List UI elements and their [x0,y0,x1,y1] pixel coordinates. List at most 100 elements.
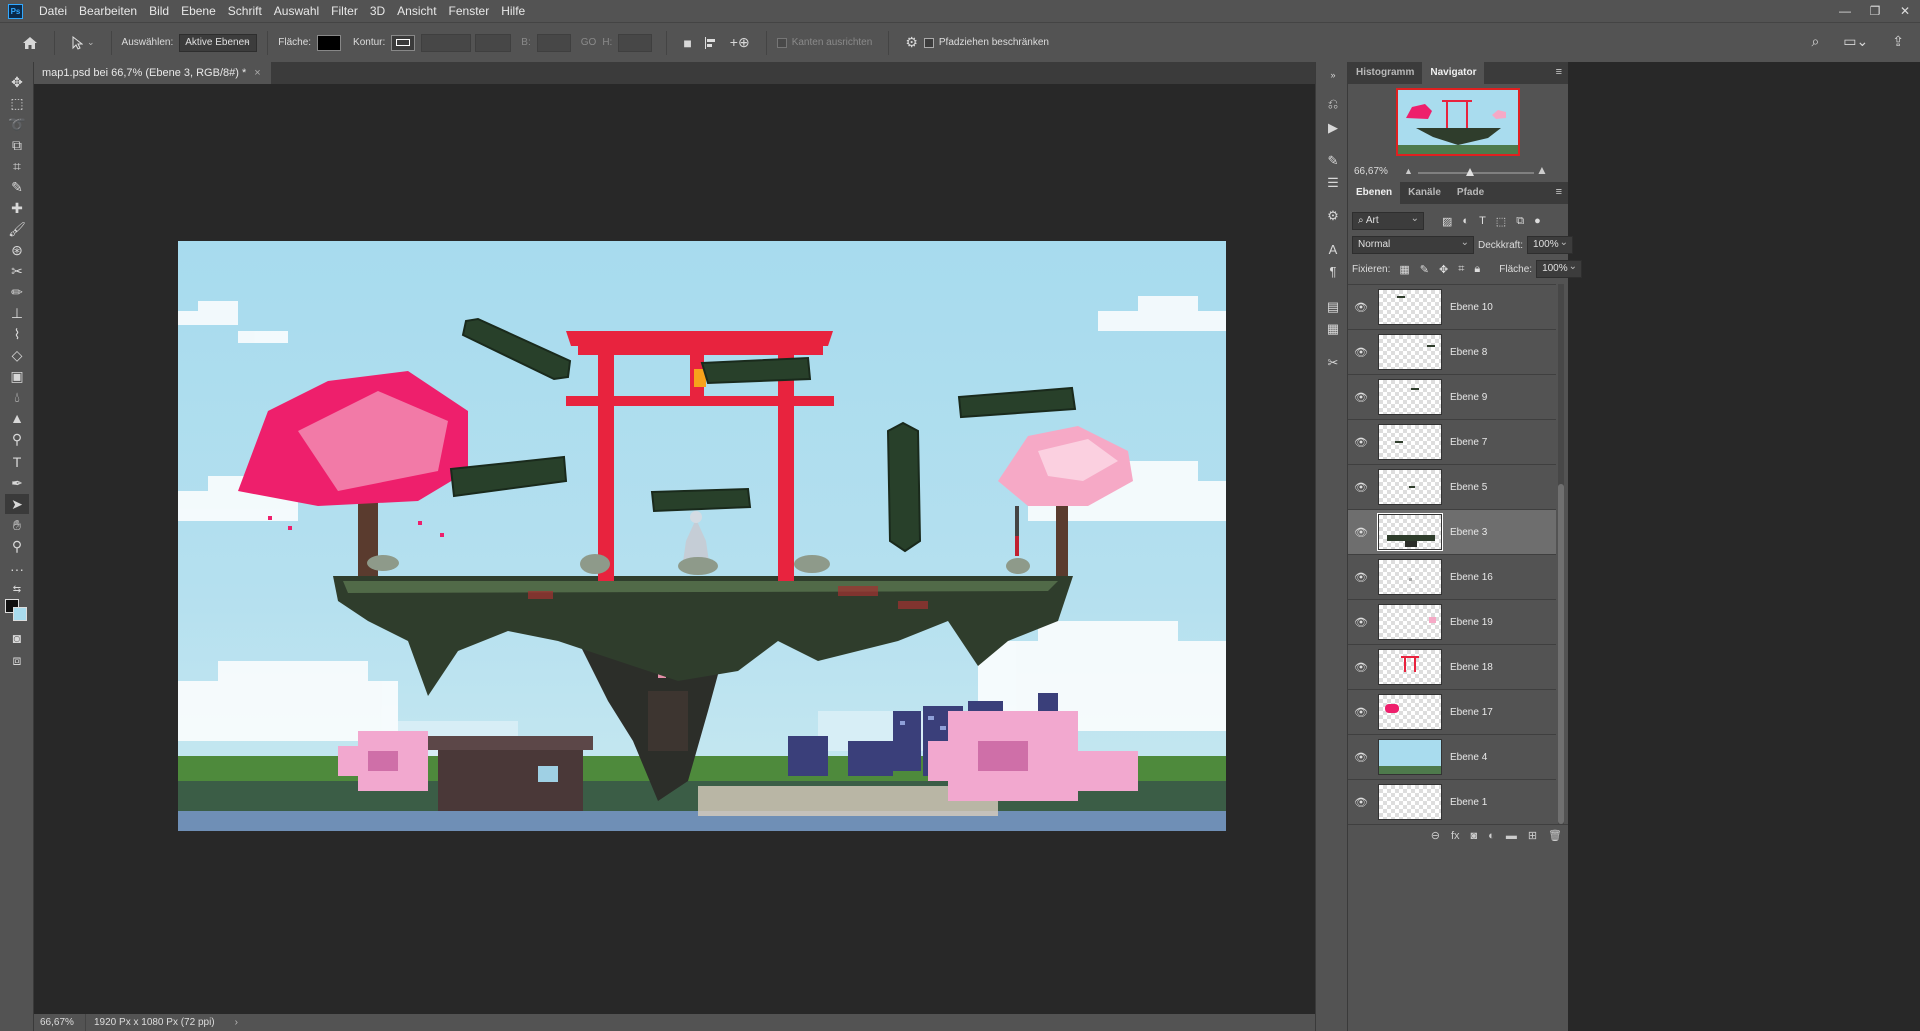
tab-kanaele[interactable]: Kanäle [1400,182,1449,204]
layer-row[interactable]: 👁︎ Ebene 8 [1348,330,1556,375]
lasso-tool-icon[interactable]: ➰ [5,114,29,134]
stroke-type-dropdown[interactable] [475,33,512,52]
layer-row[interactable]: 👁︎ Ebene 16 [1348,555,1556,600]
layer-row[interactable]: 👁︎ Ebene 18 [1348,645,1556,690]
link-icon[interactable]: GO [581,37,597,48]
actions-panel-icon[interactable]: ▶ [1322,119,1344,137]
shape-filter-icon[interactable]: ⬚ [1496,215,1506,228]
visibility-eye-icon[interactable]: 👁︎ [1348,526,1374,539]
lock-pixels-icon[interactable]: ✎ [1420,263,1429,276]
zoom-tool-icon[interactable]: ⚲ [5,536,29,556]
height-field[interactable] [618,33,653,52]
tab-navigator[interactable]: Navigator [1422,62,1485,84]
pixel-filter-icon[interactable]: ▨ [1442,215,1452,228]
gear-icon[interactable]: ⚙ [905,34,918,51]
visibility-eye-icon[interactable]: 👁︎ [1348,346,1374,359]
menu-filter[interactable]: Filter [325,0,364,22]
navigator-zoom-slider[interactable] [1418,168,1534,176]
width-field[interactable] [536,33,571,52]
quick-mask-icon[interactable]: ◙ [5,628,29,648]
move-tool-icon[interactable]: ✥ [5,72,29,92]
layer-row[interactable]: 👁︎ Ebene 5 [1348,465,1556,510]
menu-ebene[interactable]: Ebene [175,0,222,22]
more-tools-icon[interactable]: ··· [5,559,29,579]
close-icon[interactable]: ✕ [1890,0,1920,22]
layer-row[interactable]: 👁︎ Ebene 19 [1348,600,1556,645]
brush-tool-icon[interactable]: 🖌︎ [5,219,29,239]
lock-position-icon[interactable]: ✥ [1439,263,1448,276]
new-layer-icon[interactable]: ⊞ [1528,829,1537,842]
sharpen-tool-icon[interactable]: ▲ [5,408,29,428]
menu-bild[interactable]: Bild [143,0,175,22]
menu-auswahl[interactable]: Auswahl [268,0,325,22]
visibility-eye-icon[interactable]: 👁︎ [1348,751,1374,764]
eraser-tool-icon[interactable]: ◇ [5,345,29,365]
navigator-zoom-value[interactable]: 66,67% [1354,166,1388,177]
layer-row[interactable]: 👁︎ Ebene 4 [1348,735,1556,780]
history-panel-icon[interactable]: ⎌ [1322,95,1344,113]
canvas-area[interactable] [34,84,1315,1014]
crop-tool-icon[interactable]: ⌗ [5,156,29,176]
menu-3d[interactable]: 3D [364,0,391,22]
layer-list-scrollbar[interactable] [1558,284,1564,824]
healing-brush-tool-icon[interactable]: ✚ [5,198,29,218]
pen-tool-icon[interactable]: ✒ [5,473,29,493]
swap-colors-icon[interactable]: ⇆ [5,579,29,599]
fill-color-swatch[interactable] [317,34,342,51]
character-panel-icon[interactable]: A [1322,240,1344,258]
visibility-eye-icon[interactable]: 👁︎ [1348,661,1374,674]
tab-ebenen[interactable]: Ebenen [1348,182,1401,204]
visibility-eye-icon[interactable]: 👁︎ [1348,481,1374,494]
lock-transparency-icon[interactable]: ▦ [1399,263,1409,276]
link-layers-icon[interactable]: ⊖ [1431,829,1440,842]
layer-row[interactable]: 👁︎ Ebene 7 [1348,420,1556,465]
blur-tool-icon[interactable]: 💧︎ [5,387,29,407]
type-filter-icon[interactable]: T [1479,215,1486,227]
add-mask-icon[interactable]: ◙ [1471,830,1478,842]
home-icon[interactable] [22,36,38,50]
path-arrangement-icon[interactable]: +⊕ [730,34,750,51]
navigator-slider-thumb[interactable] [1466,168,1475,176]
tab-histogramm[interactable]: Histogramm [1348,62,1422,84]
layer-row[interactable]: 👁︎ Ebene 10 [1348,285,1556,330]
menu-datei[interactable]: Datei [33,0,73,22]
clone-stamp-tool-icon[interactable]: ⊛ [5,240,29,260]
notes-panel-icon[interactable]: ▦ [1322,320,1344,338]
layer-filter-dropdown[interactable]: ⌕ Art [1352,211,1424,230]
eyedropper-tool-icon[interactable]: ✎ [5,177,29,197]
filter-toggle-icon[interactable]: ● [1534,215,1541,227]
zoom-out-icon[interactable]: ▲ [1404,166,1413,176]
search-icon[interactable]: ⌕ [1811,33,1819,50]
menu-bearbeiten[interactable]: Bearbeiten [73,0,143,22]
zoom-in-icon[interactable]: ▲ [1536,163,1548,177]
tool-presets-icon[interactable]: ✂ [1322,354,1344,372]
panel-menu-icon[interactable]: ≡ [1556,186,1562,198]
history-brush-tool-icon[interactable]: ✂ [5,261,29,281]
visibility-eye-icon[interactable]: 👁︎ [1348,391,1374,404]
properties-panel-icon[interactable]: ⚙ [1322,207,1344,225]
panel-menu-icon[interactable]: ≡ [1556,66,1562,78]
smart-object-filter-icon[interactable]: ⧉ [1516,215,1524,228]
layer-row[interactable]: 👁︎ Ebene 3 [1348,510,1556,555]
adjustments-icon[interactable]: ☰ [1322,174,1344,192]
layer-style-icon[interactable]: fx [1451,830,1460,842]
delete-layer-icon[interactable]: 🗑︎ [1548,829,1562,842]
path-selection-tool-icon[interactable]: ➤ [5,494,29,514]
stroke-width-field[interactable] [421,33,472,52]
navigator-preview[interactable] [1396,88,1520,156]
background-color-swatch[interactable] [13,607,27,621]
layer-row[interactable]: 👁︎ Ebene 1 [1348,780,1556,824]
blend-mode-dropdown[interactable]: Normal [1352,235,1474,254]
hand-tool-icon[interactable]: ✋︎ [5,515,29,535]
marquee-tool-icon[interactable]: ⬚ [5,93,29,113]
menu-ansicht[interactable]: Ansicht [391,0,442,22]
art-brush-tool-icon[interactable]: ⌇ [5,324,29,344]
layer-row[interactable]: 👁︎ Ebene 17 [1348,690,1556,735]
align-edges-checkbox[interactable] [776,37,787,48]
paragraph-panel-icon[interactable]: ¶ [1322,262,1344,280]
visibility-eye-icon[interactable]: 👁︎ [1348,796,1374,809]
brush-settings-icon[interactable]: ✎ [1322,152,1344,170]
visibility-eye-icon[interactable]: 👁︎ [1348,436,1374,449]
gradient-tool-icon[interactable]: ▣ [5,366,29,386]
path-selection-tool-icon[interactable]: ⌄ [71,35,95,50]
